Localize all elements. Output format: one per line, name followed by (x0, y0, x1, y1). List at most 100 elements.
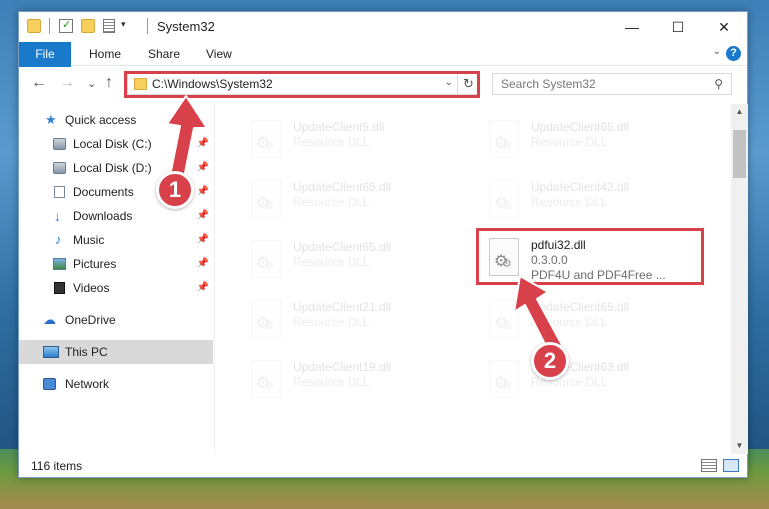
tab-view[interactable]: View (194, 42, 244, 66)
sidebar-item-label: Videos (73, 281, 110, 295)
documents-icon (54, 186, 65, 198)
details-view-icon[interactable] (701, 459, 717, 472)
file-description: Resource DLL (293, 135, 370, 149)
divider (49, 18, 50, 34)
videos-icon (54, 282, 65, 294)
file-description: Resource DLL (293, 255, 370, 269)
folder-icon (27, 19, 41, 33)
sidebar-item-onedrive[interactable]: ☁ OneDrive (19, 308, 213, 332)
pin-icon[interactable]: 📌 (197, 228, 209, 252)
step-1-badge: 1 (156, 171, 194, 209)
expand-ribbon-chevron-icon[interactable]: ⌄ (713, 46, 721, 57)
file-item[interactable]: UpdateClient65.dll Resource DLL (241, 236, 461, 284)
file-item[interactable]: UpdateClient65.dll Resource DLL (479, 116, 699, 164)
file-version: 0.3.0.0 (531, 253, 568, 267)
scroll-down-icon[interactable]: ▼ (731, 438, 748, 454)
file-name: UpdateClient21.dll (293, 300, 392, 314)
file-name: pdfui32.dll (531, 238, 586, 252)
properties-check-icon[interactable] (59, 18, 73, 33)
sidebar-item-pictures[interactable]: Pictures 📌 (19, 252, 213, 276)
sidebar-item-local-disk-c[interactable]: Local Disk (C:) 📌 (19, 132, 213, 156)
sidebar-item-label: Downloads (73, 209, 133, 223)
sidebar-item-label: Local Disk (C:) (73, 137, 152, 151)
disk-icon (53, 162, 66, 174)
file-name: UpdateClient65.dll (531, 120, 630, 134)
pin-icon[interactable]: 📌 (197, 276, 209, 300)
divider (147, 18, 148, 34)
tab-home[interactable]: Home (77, 42, 133, 66)
vertical-scrollbar[interactable]: ▲ ▼ (731, 104, 748, 454)
file-item[interactable]: UpdateClient19.dll Resource DLL (241, 356, 461, 404)
file-item[interactable]: UpdateClient65.dll Resource DLL (479, 296, 699, 344)
sidebar-item-label: Documents (73, 185, 134, 199)
dll-file-icon (251, 360, 281, 398)
pin-icon[interactable]: 📌 (197, 156, 209, 180)
dll-file-icon (489, 300, 519, 338)
file-item[interactable]: UpdateClient21.dll Resource DLL (241, 296, 461, 344)
sidebar-item-label: Pictures (73, 257, 117, 271)
file-name: UpdateClient5.dll (293, 120, 385, 134)
sidebar-item-downloads[interactable]: ↓ Downloads 📌 (19, 204, 213, 228)
address-dropdown-icon[interactable]: ⌄ (445, 77, 453, 88)
maximize-button[interactable]: ☐ (655, 12, 701, 42)
address-path[interactable]: C:\Windows\System32 (152, 77, 273, 91)
sidebar-item-videos[interactable]: Videos 📌 (19, 276, 213, 300)
sidebar-item-label: Quick access (65, 113, 137, 127)
forward-button[interactable]: → (59, 75, 75, 91)
dll-file-icon (489, 360, 519, 398)
pin-icon[interactable]: 📌 (197, 204, 209, 228)
file-name: UpdateClient65.dll (293, 240, 392, 254)
sidebar-item-quick-access[interactable]: ★ Quick access (19, 108, 213, 132)
file-description: Resource DLL (531, 195, 608, 209)
recent-locations-dropdown[interactable]: ⌄ (87, 76, 96, 92)
customize-icon[interactable] (103, 19, 115, 33)
file-item[interactable]: UpdateClient42.dll Resource DLL (479, 176, 699, 224)
sidebar-item-music[interactable]: ♪ Music 📌 (19, 228, 213, 252)
navigation-pane: ★ Quick access Local Disk (C:) 📌 Local D… (19, 104, 213, 454)
dll-file-icon (489, 180, 519, 218)
file-item[interactable]: UpdateClient5.dll Resource DLL (241, 116, 461, 164)
refresh-button[interactable]: ↻ (457, 74, 479, 94)
sidebar-item-this-pc[interactable]: This PC (19, 340, 213, 364)
dll-file-icon (251, 300, 281, 338)
scrollbar-thumb[interactable] (733, 130, 746, 178)
search-box[interactable]: ⚲ (492, 73, 732, 95)
tab-share[interactable]: Share (136, 42, 192, 66)
large-icons-view-icon[interactable] (723, 459, 739, 472)
dll-file-icon (251, 120, 281, 158)
file-description: Resource DLL (531, 315, 608, 329)
help-icon[interactable]: ? (726, 46, 741, 61)
file-description: Resource DLL (293, 375, 370, 389)
new-folder-icon[interactable] (81, 19, 95, 33)
up-button[interactable]: ↑ (105, 75, 113, 91)
search-input[interactable] (493, 74, 703, 94)
sidebar-item-label: Local Disk (D:) (73, 161, 152, 175)
dll-file-icon (489, 238, 519, 276)
dll-file-icon (489, 120, 519, 158)
sidebar-item-label: Network (65, 377, 110, 391)
download-icon: ↓ (54, 208, 61, 224)
pin-icon[interactable]: 📌 (197, 132, 209, 156)
sidebar-item-network[interactable]: Network (19, 372, 213, 396)
quick-access-toolbar-dropdown-icon[interactable]: ▾ (121, 19, 126, 30)
file-item[interactable]: UpdateClient63.dll Resource DLL (479, 356, 699, 404)
file-item-pdfui32[interactable]: pdfui32.dll 0.3.0.0 PDF4U and PDF4Free .… (479, 234, 699, 282)
ribbon-tabs: File Home Share View ⌄ ? (19, 42, 747, 90)
title-bar: ▾ System32 — ☐ ✕ (19, 12, 747, 42)
cloud-icon: ☁ (43, 312, 56, 327)
sidebar-item-label: OneDrive (65, 313, 116, 327)
minimize-button[interactable]: — (609, 12, 655, 42)
sidebar-item-label: This PC (65, 345, 108, 359)
close-button[interactable]: ✕ (701, 12, 747, 42)
file-description: Resource DLL (293, 315, 370, 329)
status-bar: 116 items (19, 455, 747, 477)
pin-icon[interactable]: 📌 (197, 180, 209, 204)
back-button[interactable]: ← (31, 75, 47, 91)
file-description: Resource DLL (531, 135, 608, 149)
pin-icon[interactable]: 📌 (197, 252, 209, 276)
address-bar[interactable]: C:\Windows\System32 ⌄ ↻ (127, 73, 480, 95)
file-item[interactable]: UpdateClient65.dll Resource DLL (241, 176, 461, 224)
star-icon: ★ (45, 112, 57, 127)
scroll-up-icon[interactable]: ▲ (731, 104, 748, 120)
search-icon: ⚲ (714, 77, 723, 91)
